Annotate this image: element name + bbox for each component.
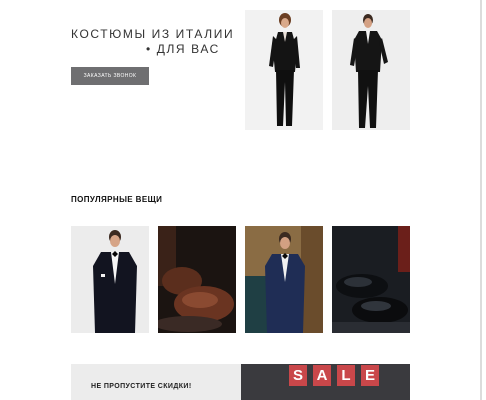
discount-banner-text-panel xyxy=(71,364,241,400)
product-card-tuxedo[interactable] xyxy=(71,226,149,333)
black-shoes-image xyxy=(332,226,410,333)
sale-letter-l: L xyxy=(337,365,355,386)
blue-suit-man-image xyxy=(245,226,323,333)
request-call-button[interactable]: ЗАКАЗАТЬ ЗВОНОК xyxy=(71,67,149,85)
product-card-brown-shoes[interactable] xyxy=(158,226,236,333)
man-suit-illustration xyxy=(332,10,410,130)
product-card-blue-suit[interactable] xyxy=(245,226,323,333)
sale-letter-a: A xyxy=(313,365,331,386)
sale-letter-s: S xyxy=(289,365,307,386)
discount-banner: НЕ ПРОПУСТИТЕ СКИДКИ! S A L E xyxy=(71,364,410,400)
page-scrollbar-edge xyxy=(480,0,482,400)
man-suit-photo xyxy=(332,10,410,130)
hero-subtitle: • ДЛЯ ВАС xyxy=(146,42,220,56)
sale-image: S A L E xyxy=(241,364,410,400)
tuxedo-man-image xyxy=(71,226,149,333)
popular-section-title: ПОПУЛЯРНЫЕ ВЕЩИ xyxy=(71,195,163,204)
woman-suit-illustration xyxy=(245,10,323,130)
brown-shoes-image xyxy=(158,226,236,333)
product-card-black-shoes[interactable] xyxy=(332,226,410,333)
hero-title: КОСТЮМЫ ИЗ ИТАЛИИ xyxy=(71,27,235,41)
discount-banner-text: НЕ ПРОПУСТИТЕ СКИДКИ! xyxy=(91,383,192,390)
woman-suit-photo xyxy=(245,10,323,130)
sale-letter-e: E xyxy=(361,365,379,386)
